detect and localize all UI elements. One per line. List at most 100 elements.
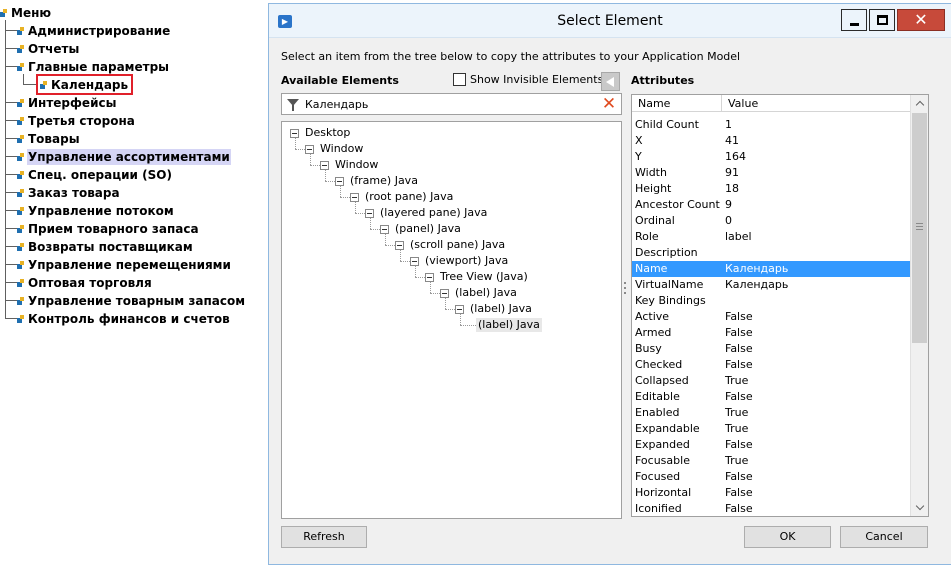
menu-tree-item[interactable]: Оптовая торговля — [17, 274, 153, 291]
scroll-up-button[interactable] — [911, 95, 928, 112]
clear-icon[interactable]: ✕ — [600, 94, 618, 114]
maximize-button[interactable] — [869, 9, 895, 31]
menu-tree-item-label: Управление товарным запасом — [28, 293, 246, 308]
collapse-toggle-icon[interactable] — [440, 288, 449, 298]
menu-tree-item[interactable]: Управление перемещениями — [17, 256, 232, 273]
element-tree-node[interactable]: (label) Java — [455, 302, 534, 316]
attribute-row[interactable]: Expanded False — [632, 437, 910, 453]
filter-input[interactable] — [305, 97, 585, 112]
collapse-toggle-icon[interactable] — [425, 272, 434, 282]
tree-node-icon — [17, 242, 24, 251]
element-tree-node[interactable]: (viewport) Java — [410, 254, 510, 268]
cancel-button[interactable]: Cancel — [840, 526, 928, 548]
tree-connector-line — [5, 300, 17, 301]
show-invisible-elements-checkbox[interactable]: Show Invisible Elements — [453, 73, 603, 86]
attribute-value: 18 — [725, 182, 739, 195]
attribute-row[interactable]: Width 91 — [632, 165, 910, 181]
dialog-titlebar[interactable]: ▶ Select Element ✕ — [269, 4, 951, 38]
tree-connector-line — [430, 293, 440, 294]
attribute-row[interactable]: Height 18 — [632, 181, 910, 197]
attribute-row[interactable]: Key Bindings — [632, 293, 910, 309]
menu-tree-item[interactable]: Отчеты — [17, 40, 80, 57]
element-tree-node[interactable]: (scroll pane) Java — [395, 238, 507, 252]
attribute-row[interactable]: Name Календарь — [632, 261, 910, 277]
available-elements-tree[interactable]: Desktop Window Window (frame) Java (root pan… — [281, 121, 622, 519]
collapse-toggle-icon[interactable] — [455, 304, 464, 314]
collapse-toggle-icon[interactable] — [395, 240, 404, 250]
attribute-row[interactable]: Expandable True — [632, 421, 910, 437]
element-tree-node[interactable]: (layered pane) Java — [365, 206, 489, 220]
ok-button[interactable]: OK — [744, 526, 831, 548]
attribute-row[interactable]: Iconified False — [632, 501, 910, 516]
element-tree-node[interactable]: (panel) Java — [380, 222, 463, 236]
collapse-toggle-icon[interactable] — [320, 160, 329, 170]
attributes-scrollbar[interactable] — [910, 95, 928, 516]
minimize-button[interactable] — [841, 9, 867, 31]
attribute-name: Active — [635, 310, 670, 323]
element-tree-node[interactable]: (label) Java — [440, 286, 519, 300]
panel-splitter[interactable] — [624, 279, 627, 309]
scroll-down-button[interactable] — [911, 499, 928, 516]
element-tree-node[interactable]: (root pane) Java — [350, 190, 455, 204]
attribute-row[interactable]: Editable False — [632, 389, 910, 405]
close-button[interactable]: ✕ — [897, 9, 945, 31]
collapse-toggle-icon[interactable] — [305, 144, 314, 154]
collapse-toggle-icon[interactable] — [350, 192, 359, 202]
menu-tree-item[interactable]: Товары — [17, 130, 81, 147]
checkbox-box[interactable] — [453, 73, 466, 86]
collapse-toggle-icon[interactable] — [410, 256, 419, 266]
tree-node-icon — [17, 26, 24, 35]
attribute-row[interactable]: X 41 — [632, 133, 910, 149]
menu-tree-item[interactable]: Третья сторона — [17, 112, 136, 129]
column-header-value[interactable]: Value — [722, 95, 910, 112]
collapse-panel-button[interactable] — [601, 72, 620, 91]
element-tree-node[interactable]: (label) Java — [476, 318, 542, 332]
menu-tree-item[interactable]: Заказ товара — [17, 184, 121, 201]
element-tree-node[interactable]: Window — [305, 142, 365, 156]
filter-box[interactable]: ✕ — [281, 93, 622, 115]
tree-root-menu[interactable]: Меню — [0, 4, 52, 21]
refresh-button[interactable]: Refresh — [281, 526, 367, 548]
menu-tree-item[interactable]: Управление ассортиментами — [17, 148, 231, 165]
menu-tree-item-label: Интерфейсы — [28, 95, 117, 110]
menu-tree-item[interactable]: Управление товарным запасом — [17, 292, 246, 309]
collapse-toggle-icon[interactable] — [380, 224, 389, 234]
menu-tree-item[interactable]: Прием товарного запаса — [17, 220, 200, 237]
attribute-row[interactable]: Armed False — [632, 325, 910, 341]
attribute-row[interactable]: Horizontal False — [632, 485, 910, 501]
attribute-row[interactable]: Focused False — [632, 469, 910, 485]
attribute-row[interactable]: Ancestor Count 9 — [632, 197, 910, 213]
element-tree-node[interactable]: Desktop — [290, 126, 352, 140]
element-tree-node[interactable]: Tree View (Java) — [425, 270, 530, 284]
menu-tree-item[interactable]: Главные параметры — [17, 58, 170, 75]
attribute-row[interactable]: Y 164 — [632, 149, 910, 165]
attribute-row[interactable]: Active False — [632, 309, 910, 325]
tree-node-icon — [40, 80, 47, 89]
attribute-row[interactable]: Collapsed True — [632, 373, 910, 389]
menu-tree-item[interactable]: Управление потоком — [17, 202, 175, 219]
collapse-toggle-icon[interactable] — [335, 176, 344, 186]
attribute-row[interactable]: Role label — [632, 229, 910, 245]
attribute-row[interactable]: Checked False — [632, 357, 910, 373]
attribute-row[interactable]: Focusable True — [632, 453, 910, 469]
attribute-row[interactable]: Child Count 1 — [632, 117, 910, 133]
menu-tree-item[interactable]: Возвраты поставщикам — [17, 238, 194, 255]
collapse-toggle-icon[interactable] — [290, 128, 299, 138]
attribute-name: Focused — [635, 470, 681, 483]
attribute-row[interactable]: Ordinal 0 — [632, 213, 910, 229]
scrollbar-thumb[interactable] — [912, 113, 927, 343]
attribute-row[interactable]: Busy False — [632, 341, 910, 357]
column-header-name[interactable]: Name — [632, 95, 722, 112]
attribute-row[interactable]: Description — [632, 245, 910, 261]
collapse-toggle-icon[interactable] — [365, 208, 374, 218]
element-tree-node[interactable]: (frame) Java — [335, 174, 420, 188]
menu-tree-item[interactable]: Спец. операции (SO) — [17, 166, 173, 183]
menu-tree-item[interactable]: Администрирование — [17, 22, 171, 39]
menu-tree-item[interactable]: Календарь — [35, 74, 134, 95]
attributes-grid[interactable]: Name Value Child Count 1 X 41 Y 164 Width 91 Hei… — [631, 94, 929, 517]
menu-tree-item[interactable]: Интерфейсы — [17, 94, 117, 111]
attribute-row[interactable]: VirtualName Календарь — [632, 277, 910, 293]
element-tree-node[interactable]: Window — [320, 158, 380, 172]
menu-tree-item[interactable]: Контроль финансов и счетов — [17, 310, 231, 327]
attribute-row[interactable]: Enabled True — [632, 405, 910, 421]
